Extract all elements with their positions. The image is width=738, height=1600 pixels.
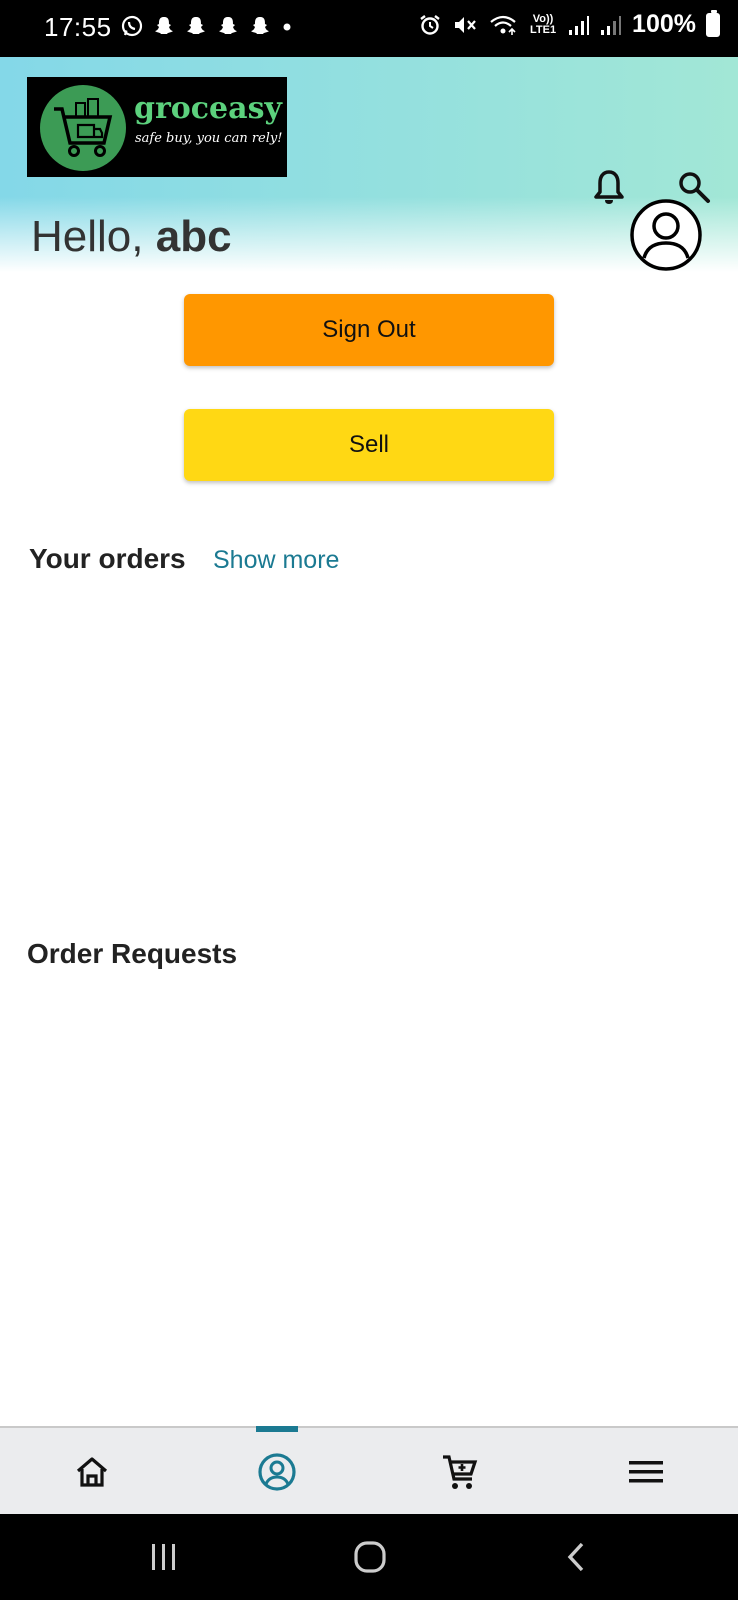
shopping-cart-icon bbox=[54, 98, 113, 157]
groceasy-logo[interactable]: groceasy safe buy, you can rely! bbox=[27, 77, 287, 177]
your-orders-title: Your orders bbox=[29, 543, 186, 574]
status-bar: 17:55 Vo)) LTE1 100% bbox=[0, 0, 738, 57]
snapchat-icon bbox=[251, 17, 269, 34]
bottom-navigation bbox=[0, 1426, 738, 1514]
logo-cart-badge bbox=[40, 85, 126, 171]
notification-icons bbox=[120, 14, 294, 38]
nav-menu[interactable] bbox=[596, 1428, 696, 1516]
snapchat-icon bbox=[187, 17, 205, 34]
back-button[interactable] bbox=[537, 1514, 617, 1600]
nav-account[interactable] bbox=[227, 1428, 327, 1516]
nav-cart[interactable] bbox=[410, 1428, 510, 1516]
wifi-icon bbox=[490, 15, 516, 35]
profile-avatar[interactable] bbox=[630, 199, 702, 271]
greeting-prefix: Hello, bbox=[31, 212, 156, 261]
mute-icon bbox=[455, 16, 476, 33]
system-status-icons: Vo)) LTE1 100% bbox=[418, 9, 720, 39]
home-icon bbox=[76, 1457, 108, 1487]
signal-icon bbox=[601, 15, 622, 35]
nav-home[interactable] bbox=[42, 1428, 142, 1516]
account-icon bbox=[258, 1453, 296, 1491]
home-circle-icon bbox=[354, 1541, 386, 1573]
cart-icon bbox=[443, 1455, 478, 1489]
back-chevron-icon bbox=[567, 1542, 584, 1572]
recent-apps-button[interactable] bbox=[124, 1514, 204, 1600]
snapchat-icon bbox=[155, 17, 173, 34]
show-more-link[interactable]: Show more bbox=[213, 546, 339, 575]
account-avatar-icon bbox=[630, 199, 702, 271]
snapchat-icon bbox=[219, 17, 237, 34]
logo-name: groceasy bbox=[134, 91, 282, 126]
logo-tagline: safe buy, you can rely! bbox=[135, 131, 283, 146]
sell-button[interactable]: Sell bbox=[184, 409, 554, 481]
dot-icon bbox=[283, 23, 291, 31]
order-requests-title: Order Requests bbox=[27, 938, 238, 969]
menu-icon bbox=[629, 1461, 663, 1483]
system-home-button[interactable] bbox=[330, 1514, 410, 1600]
battery-icon bbox=[706, 9, 720, 37]
bell-icon bbox=[594, 170, 624, 204]
greeting: Hello, abc bbox=[31, 212, 232, 262]
signal-icon bbox=[569, 15, 590, 35]
network-label: Vo)) LTE1 bbox=[530, 12, 557, 36]
alarm-icon bbox=[420, 14, 440, 35]
system-navigation-bar bbox=[0, 1514, 738, 1600]
status-time: 17:55 bbox=[44, 12, 112, 42]
user-name: abc bbox=[155, 212, 232, 261]
whatsapp-icon bbox=[121, 15, 143, 37]
sign-out-button[interactable]: Sign Out bbox=[184, 294, 554, 366]
battery-percent: 100% bbox=[632, 10, 696, 38]
recent-apps-icon bbox=[152, 1544, 175, 1570]
notifications-button[interactable] bbox=[587, 165, 631, 209]
